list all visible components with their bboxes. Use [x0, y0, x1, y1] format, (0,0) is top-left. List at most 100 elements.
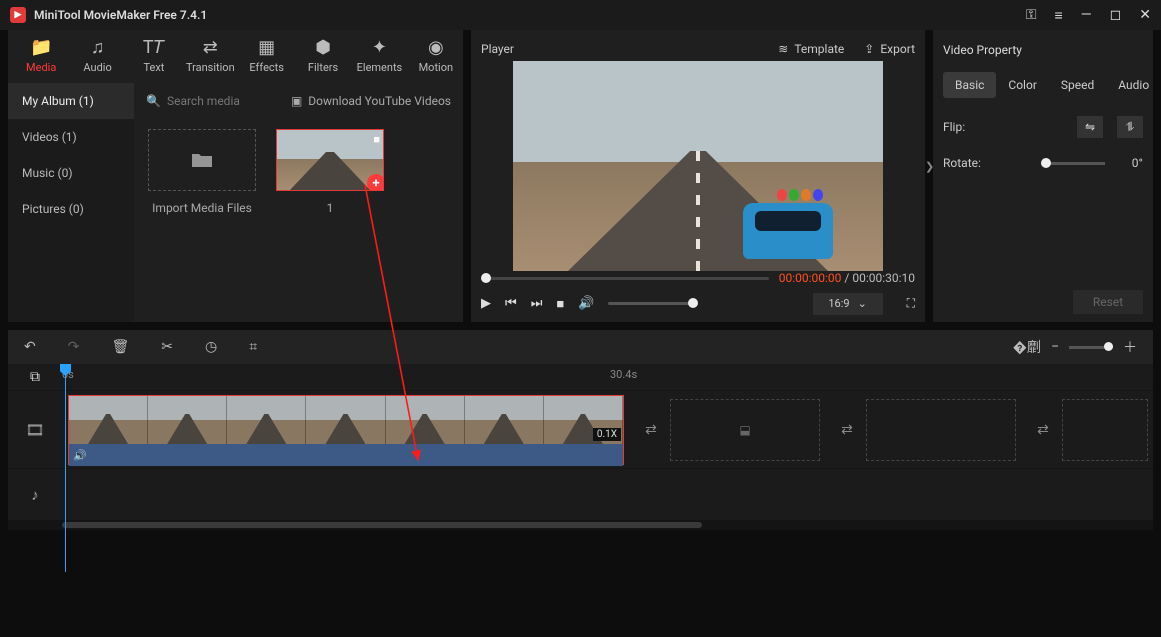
- delete-button[interactable]: 🗑: [111, 339, 129, 355]
- export-button[interactable]: ⇪Export: [864, 42, 915, 56]
- tab-label: Transition: [186, 61, 235, 74]
- tab-speed[interactable]: Speed: [1049, 72, 1106, 98]
- flip-horizontal-button[interactable]: ⇋: [1077, 116, 1103, 138]
- time-current: 00:00:00:00: [779, 271, 842, 285]
- import-label: Import Media Files: [152, 201, 252, 215]
- sidebar-item-music[interactable]: Music (0): [8, 155, 134, 191]
- next-frame-button[interactable]: ⏭: [531, 296, 543, 311]
- sidebar-item-pictures[interactable]: Pictures (0): [8, 191, 134, 227]
- media-clip-1[interactable]: ■ +: [276, 129, 384, 191]
- tab-audio-prop[interactable]: Audio: [1106, 72, 1161, 98]
- folder-icon: 📁: [30, 39, 52, 57]
- minimize-button[interactable]: —: [1081, 7, 1092, 23]
- tab-label: Text: [143, 61, 164, 74]
- filters-icon: ⬢: [315, 39, 331, 57]
- property-panel: ❯ Video Property Basic Color Speed Audio…: [933, 30, 1153, 322]
- sidebar-item-myalbum[interactable]: My Album (1): [8, 83, 134, 119]
- property-tabs: Basic Color Speed Audio: [943, 72, 1143, 98]
- playhead[interactable]: [65, 364, 66, 572]
- template-icon: ≋: [778, 42, 788, 56]
- zoom-out-button[interactable]: −: [1051, 339, 1059, 355]
- fit-timeline-button[interactable]: �劘: [1013, 337, 1041, 357]
- zoom-in-button[interactable]: ＋: [1123, 337, 1137, 357]
- undo-button[interactable]: ↶: [24, 339, 36, 355]
- tab-elements[interactable]: ✦ Elements: [352, 30, 406, 83]
- tab-text[interactable]: T𝑇 Text: [127, 30, 181, 83]
- tab-filters[interactable]: ⬢Filters: [296, 30, 350, 83]
- play-button[interactable]: ▶: [481, 296, 491, 311]
- volume-icon[interactable]: 🔊: [578, 296, 594, 311]
- time-total: 00:00:30:10: [852, 271, 915, 285]
- volume-slider[interactable]: [608, 302, 698, 305]
- ruler-mark-1: 30.4s: [610, 368, 637, 381]
- media-toolbar: 🔍 Search media ▣ Download YouTube Videos: [134, 83, 463, 119]
- tab-label: Effects: [249, 61, 284, 74]
- preview-viewport[interactable]: [513, 61, 883, 271]
- balloons-graphic: [777, 189, 823, 201]
- transition-slot-1[interactable]: ⇄: [640, 419, 662, 441]
- fullscreen-button[interactable]: ⛶: [907, 296, 915, 311]
- tab-effects[interactable]: ▦Effects: [240, 30, 294, 83]
- audio-track-icon: ♪: [8, 486, 62, 504]
- timeline: ⧉ 0s 30.4s 🎞 🔊0.1X ⇄ ⬓ ⇄ ⇄ ♪: [8, 364, 1153, 530]
- tab-basic[interactable]: Basic: [943, 72, 996, 98]
- crop-button[interactable]: ⌗: [249, 339, 257, 355]
- timeline-clip-1[interactable]: 🔊0.1X: [68, 395, 624, 465]
- reset-button[interactable]: Reset: [1073, 290, 1143, 314]
- tab-label: Motion: [419, 61, 454, 74]
- title-bar: ▶ MiniTool MovieMaker Free 7.4.1 ⚿ ≡ — ◻…: [0, 0, 1161, 30]
- player-title: Player: [481, 42, 514, 56]
- download-label: Download YouTube Videos: [308, 94, 451, 108]
- video-icon: ■: [373, 133, 380, 146]
- download-youtube-button[interactable]: ▣ Download YouTube Videos: [291, 94, 451, 108]
- import-media-button[interactable]: [148, 129, 256, 191]
- tab-label: Elements: [357, 61, 403, 74]
- rotate-value: 0°: [1119, 156, 1143, 170]
- speed-button[interactable]: ◷: [205, 339, 217, 355]
- tab-audio[interactable]: ♫Audio: [70, 30, 124, 83]
- app-logo-icon: ▶: [10, 7, 26, 23]
- collapse-panel-button[interactable]: ❯: [925, 160, 934, 173]
- timeline-scrollbar[interactable]: [8, 520, 1153, 530]
- empty-clip-slot-3[interactable]: [1062, 399, 1148, 461]
- tab-label: Audio: [83, 61, 111, 74]
- zoom-slider[interactable]: [1069, 346, 1113, 349]
- empty-clip-slot-1[interactable]: ⬓: [670, 399, 820, 461]
- audio-track[interactable]: ♪: [8, 468, 1153, 520]
- split-button[interactable]: ✂: [161, 339, 173, 355]
- sidebar-item-videos[interactable]: Videos (1): [8, 119, 134, 155]
- folder-icon: [191, 151, 213, 169]
- redo-button[interactable]: ↷: [68, 339, 80, 355]
- tab-transition[interactable]: ⇄Transition: [183, 30, 237, 83]
- add-clip-button[interactable]: +: [367, 174, 384, 191]
- maximize-button[interactable]: ◻: [1110, 7, 1122, 23]
- add-track-button[interactable]: ⧉: [8, 369, 62, 385]
- text-icon: T𝑇: [143, 39, 165, 57]
- property-title: Video Property: [943, 38, 1143, 62]
- seek-bar[interactable]: [481, 277, 769, 280]
- aspect-ratio-select[interactable]: 16:9⌄: [813, 293, 883, 315]
- rotate-label: Rotate:: [943, 156, 981, 170]
- menu-icon[interactable]: ≡: [1055, 7, 1063, 24]
- transition-slot-2[interactable]: ⇄: [836, 419, 858, 441]
- search-placeholder: Search media: [167, 94, 240, 108]
- elements-icon: ✦: [372, 39, 387, 57]
- tool-tabs: 📁Media ♫Audio T𝑇 Text ⇄Transition ▦Effect…: [8, 30, 463, 83]
- timeline-ruler[interactable]: ⧉ 0s 30.4s: [8, 364, 1153, 390]
- clip-audio-icon: 🔊: [73, 449, 87, 462]
- transition-slot-3[interactable]: ⇄: [1032, 419, 1054, 441]
- prev-frame-button[interactable]: ⏮: [505, 296, 517, 311]
- empty-clip-slot-2[interactable]: [866, 399, 1016, 461]
- flip-vertical-button[interactable]: ⥮: [1117, 116, 1143, 138]
- tab-motion[interactable]: ◉Motion: [409, 30, 463, 83]
- tab-media[interactable]: 📁Media: [14, 30, 68, 83]
- stop-button[interactable]: ■: [556, 296, 564, 312]
- search-input[interactable]: 🔍 Search media: [146, 94, 281, 108]
- key-icon[interactable]: ⚿: [1026, 7, 1037, 23]
- video-track[interactable]: 🎞 🔊0.1X ⇄ ⬓ ⇄ ⇄: [8, 390, 1153, 468]
- close-button[interactable]: ✕: [1139, 7, 1151, 23]
- media-panel: My Album (1) Videos (1) Music (0) Pictur…: [8, 83, 463, 322]
- template-button[interactable]: ≋Template: [778, 42, 844, 56]
- tab-color[interactable]: Color: [996, 72, 1048, 98]
- rotate-slider[interactable]: [1041, 162, 1105, 165]
